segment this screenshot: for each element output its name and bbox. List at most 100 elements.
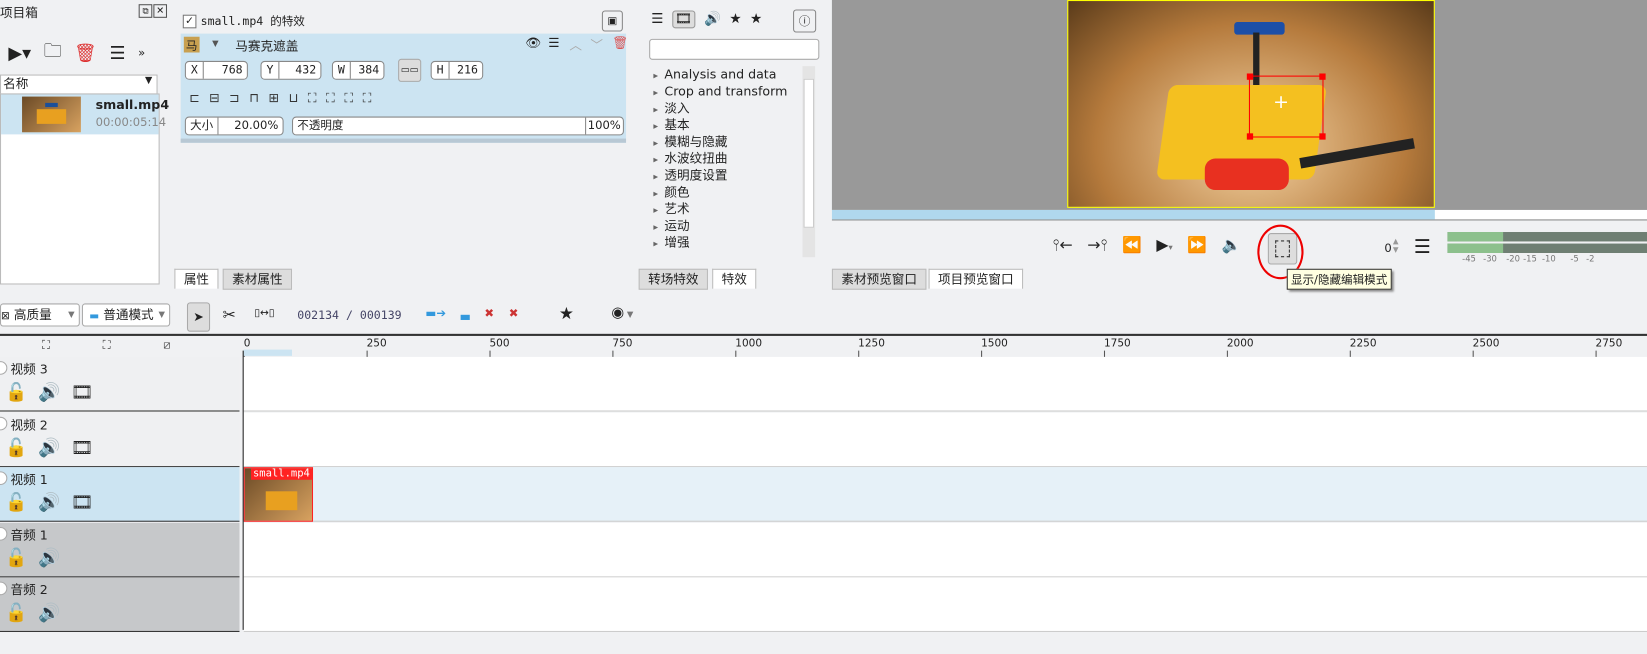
mode-dropdown[interactable]: ▬ 普通模式 ▼ (81, 303, 171, 327)
track-header[interactable]: 音频 1 🔓 🔊 (0, 522, 240, 577)
lock-icon[interactable]: 🔓 (5, 437, 27, 458)
h-field[interactable]: H 216 (430, 60, 484, 80)
volume-spinner[interactable]: ▲ ▼ (1393, 237, 1399, 254)
favorites-icon[interactable]: ★ (750, 12, 762, 28)
align-bottom-icon[interactable]: ⊔ (288, 90, 298, 106)
effects-search-input[interactable] (649, 38, 820, 60)
track-lane[interactable] (243, 522, 1647, 577)
effect-category[interactable]: 艺术 (647, 201, 800, 218)
lock-icon[interactable]: 🔓 (5, 547, 27, 568)
track-lane[interactable] (243, 467, 1647, 522)
add-clip-icon[interactable]: ▶︎▾ (8, 43, 31, 64)
collapse-icon[interactable]: ▼ (212, 39, 218, 48)
rewind-icon[interactable]: ⏪ (1122, 235, 1142, 254)
track-select-radio[interactable] (0, 416, 8, 430)
extract-icon[interactable]: ✖ (509, 307, 519, 321)
quality-dropdown[interactable]: ⊠ 高质量 ▼ (0, 303, 80, 327)
panel-layout-icon[interactable]: ▣ (601, 10, 623, 32)
set-in-icon[interactable]: ⫯← (1053, 235, 1073, 254)
align-left-icon[interactable]: ⊏ (189, 90, 200, 106)
effect-category[interactable]: 增强 (647, 234, 800, 251)
lock-icon[interactable]: 🔓 (5, 492, 27, 513)
track-lane[interactable] (243, 577, 1647, 632)
playhead-line[interactable] (242, 350, 244, 630)
w-field[interactable]: W 384 (331, 60, 385, 80)
mute-icon[interactable]: 🔊 (38, 437, 60, 458)
track-select-radio[interactable] (0, 471, 8, 486)
select-tool-icon[interactable]: ➤ (186, 302, 211, 332)
effect-category[interactable]: 颜色 (647, 184, 800, 201)
tab-properties[interactable]: 属性 (174, 268, 219, 289)
volume-icon[interactable]: 🔈 (1222, 235, 1242, 254)
record-icon[interactable]: ◉ ▼ (611, 304, 633, 321)
close-icon[interactable]: ✕ (153, 4, 168, 18)
size-field[interactable]: 大小 20.00% (184, 116, 284, 136)
align-vcenter-icon[interactable]: ⊞ (268, 90, 279, 106)
effect-category[interactable]: Analysis and data (647, 66, 800, 83)
track-select-radio[interactable] (0, 581, 8, 596)
effect-category[interactable]: 淡入 (647, 100, 800, 117)
align-right-icon[interactable]: ⊐ (229, 90, 240, 106)
tab-effects[interactable]: 特效 (712, 268, 757, 289)
move-down-icon[interactable]: ﹀ (590, 36, 603, 54)
x-field[interactable]: X 768 (184, 60, 248, 80)
fit-icon[interactable]: ⛶ (308, 90, 317, 106)
hide-video-icon[interactable]: 🎞 (71, 437, 94, 458)
favorite-icon[interactable]: ★ (559, 303, 574, 323)
mute-icon[interactable]: 🔊 (38, 603, 60, 624)
track-header[interactable]: 视频 3 🔓 🔊 🎞 (0, 356, 240, 412)
menu-icon[interactable]: ☰ (1414, 236, 1431, 258)
track-lane[interactable] (243, 412, 1647, 467)
fast-forward-icon[interactable]: ⏩ (1187, 235, 1207, 254)
scrollbar[interactable] (802, 66, 816, 258)
float-icon[interactable]: ⧉ (138, 4, 153, 18)
more-icon[interactable]: » (138, 46, 145, 60)
effect-category[interactable]: 模糊与隐藏 (647, 133, 800, 150)
enable-checkbox[interactable]: ✓ (182, 14, 197, 28)
align-hcenter-icon[interactable]: ⊟ (209, 90, 220, 106)
fit-width-icon[interactable]: ⛶ (344, 90, 353, 106)
y-field[interactable]: Y 432 (260, 60, 322, 80)
set-out-icon[interactable]: →⫯ (1087, 235, 1107, 254)
mute-icon[interactable]: 🔊 (38, 382, 60, 403)
effect-category[interactable]: 运动 (647, 217, 800, 234)
video-effects-icon[interactable]: 🎞 (671, 10, 696, 29)
effect-category[interactable]: Crop and transform (647, 83, 800, 100)
track-select-radio[interactable] (0, 526, 8, 541)
track-header[interactable]: 音频 2 🔓 🔊 (0, 577, 240, 632)
ruler[interactable]: 0 250 500 750 1000 1250 1500 1750 2000 2250 2500 27… (243, 336, 1647, 357)
mute-icon[interactable]: 🔊 (38, 492, 60, 513)
link-ratio-button[interactable]: ▭▭ (398, 58, 422, 82)
track-header[interactable]: 视频 1 🔓 🔊 🎞 (0, 467, 240, 522)
list-icon[interactable]: ☰ (651, 12, 663, 28)
timeline-clip[interactable]: small.mp4 (243, 467, 314, 522)
zone-bar[interactable] (243, 349, 293, 356)
tab-transitions[interactable]: 转场特效 (638, 268, 708, 290)
favorite-add-icon[interactable]: ★ (729, 12, 741, 28)
lock-icon[interactable]: 🔓 (5, 382, 27, 403)
monitor-progress-bar[interactable] (831, 209, 1647, 221)
fit-height-icon[interactable]: ⛶ (363, 90, 372, 106)
effect-category[interactable]: 透明度设置 (647, 167, 800, 184)
delete-icon[interactable]: 🗑 (74, 43, 97, 64)
menu-icon[interactable]: ☰ (548, 36, 559, 51)
delete-effect-icon[interactable]: 🗑 (612, 36, 628, 51)
menu-icon[interactable]: ☰ (109, 43, 125, 64)
lift-icon[interactable]: ✖ (484, 307, 494, 321)
new-folder-icon[interactable]: 🗀 (44, 38, 62, 68)
insert-icon[interactable]: ▬➔ (425, 307, 446, 321)
expand-icon[interactable]: ⛶ (103, 338, 111, 353)
overwrite-icon[interactable]: ▃ (461, 307, 470, 321)
column-header[interactable]: 名称 ▼ (0, 74, 158, 95)
preview-area[interactable]: + (831, 0, 1647, 210)
effect-category[interactable]: 水波纹扭曲 (647, 150, 800, 167)
lock-icon[interactable]: 🔓 (5, 603, 27, 624)
track-header[interactable]: 视频 2 🔓 🔊 🎞 (0, 412, 240, 467)
tab-project-monitor[interactable]: 项目预览窗口 (928, 268, 1024, 289)
track-lane[interactable] (243, 356, 1647, 412)
move-up-icon[interactable]: ︿ (569, 36, 582, 54)
mute-icon[interactable]: 🔊 (38, 547, 60, 568)
snap-icon[interactable]: ⧄ (163, 338, 170, 353)
info-icon[interactable]: ⓘ (793, 9, 817, 33)
effect-category[interactable]: 基本 (647, 117, 800, 134)
